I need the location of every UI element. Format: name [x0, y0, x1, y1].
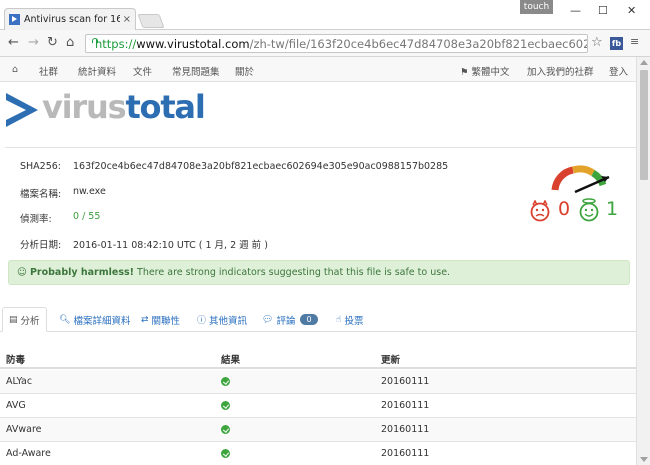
check-icon: [221, 377, 230, 386]
address-bar[interactable]: https:// www.virustotal.com /zh-tw/file/…: [85, 34, 588, 53]
new-tab-button[interactable]: [137, 14, 165, 28]
nav-statistics[interactable]: 統計資料: [78, 64, 116, 78]
sha256-label: SHA256:: [20, 161, 62, 172]
tab-votes[interactable]: ☝ 投票: [336, 307, 364, 332]
check-icon: [221, 449, 230, 458]
join-community-link[interactable]: 加入我們的社群: [527, 64, 594, 78]
scroll-up-arrow-icon[interactable]: [640, 60, 648, 65]
menu-icon[interactable]: ≡: [630, 35, 643, 48]
check-icon: [221, 425, 230, 434]
profile-badge[interactable]: touch: [520, 0, 553, 14]
community-score-gauge: 0 1: [527, 160, 622, 225]
col-engine: 防毒: [6, 355, 26, 366]
check-icon: [221, 401, 230, 410]
tab-analysis[interactable]: ▤ 分析: [2, 307, 47, 332]
url-path: /zh-tw/file/163f20ce4b6ec47d84708e3a20bf…: [249, 36, 588, 51]
tab-other-info[interactable]: ⓘ 其他資訊: [197, 307, 247, 332]
logo-text: virustotal: [42, 88, 206, 126]
facebook-extension-icon[interactable]: fb: [610, 37, 623, 50]
alert-title: Probably harmless!: [29, 267, 134, 278]
tab-relationships[interactable]: ⇄ 關聯性: [141, 307, 180, 332]
engine-name: AVware: [6, 424, 42, 435]
minimize-icon[interactable]: —: [570, 4, 581, 17]
engine-name: Ad-Aware: [6, 448, 51, 459]
language-label: 繁體中文: [471, 67, 510, 78]
update-date: 20160111: [381, 448, 430, 459]
virustotal-logo-icon: [6, 93, 38, 127]
browser-toolbar: ← → ↻ ⌂ https:// www.virustotal.com /zh-…: [0, 30, 650, 57]
language-selector[interactable]: ⚑ 繁體中文: [460, 64, 510, 78]
info-icon: ⓘ: [197, 316, 207, 326]
shuffle-icon: ⇄: [141, 314, 149, 325]
nav-documentation[interactable]: 文件: [133, 64, 152, 78]
nav-community[interactable]: 社群: [39, 64, 58, 78]
browser-titlebar: Antivirus scan for 163f20c × touch — ☐ ✕: [0, 0, 650, 30]
bookmark-star-icon[interactable]: ☆: [591, 35, 604, 50]
update-date: 20160111: [381, 376, 430, 387]
flag-icon: ⚑: [460, 67, 472, 78]
maximize-icon[interactable]: ☐: [598, 4, 608, 17]
scroll-down-arrow-icon[interactable]: [640, 457, 648, 462]
comment-icon: 💬︎: [262, 314, 274, 325]
col-update: 更新: [381, 355, 401, 366]
close-window-icon[interactable]: ✕: [627, 4, 636, 17]
harmless-alert: ☺ Probably harmless! There are strong in…: [8, 260, 630, 285]
detection-ratio-label: 偵測率:: [20, 214, 52, 225]
file-name-label: 檔案名稱:: [20, 189, 62, 200]
result-tabs: ▤ 分析 🔍︎ 檔案詳細資料 ⇄ 關聯性 ⓘ 其他資訊 💬︎ 評論 0 ☝ 投票: [0, 307, 636, 332]
virustotal-logo[interactable]: virustotal: [6, 88, 211, 128]
update-date: 20160111: [381, 400, 430, 411]
thumbs-icon: ☝: [336, 314, 342, 325]
login-link[interactable]: 登入: [609, 64, 628, 78]
tab-close-icon[interactable]: ×: [123, 14, 131, 25]
comments-count-badge: 0: [300, 314, 318, 325]
smile-icon: ☺: [17, 267, 27, 278]
page-scrollbar[interactable]: [636, 57, 650, 465]
reload-icon[interactable]: ↻: [47, 35, 58, 50]
nav-faq[interactable]: 常見問題集: [172, 64, 220, 78]
analysis-date-label: 分析日期:: [20, 240, 62, 251]
table-icon: ▤: [9, 314, 18, 325]
file-name-value: nw.exe: [73, 186, 106, 197]
site-navbar: ⌂ 社群 統計資料 文件 常見問題集 關於 ⚑ 繁體中文 加入我們的社群 登入: [0, 57, 636, 82]
sha256-value: 163f20ce4b6ec47d84708e3a20bf821ecbaec602…: [73, 161, 449, 172]
nav-about[interactable]: 關於: [235, 64, 254, 78]
malicious-count: 0: [558, 198, 571, 220]
engine-name: ALYac: [6, 376, 33, 387]
tab-file-details[interactable]: 🔍︎ 檔案詳細資料: [59, 307, 130, 332]
table-row: AVG 20160111: [0, 394, 636, 418]
angel-face-icon: [579, 198, 599, 222]
table-row: ALYac 20160111: [0, 370, 636, 394]
url-host: www.virustotal.com: [136, 36, 250, 51]
alert-text: There are strong indicators suggesting t…: [137, 267, 451, 278]
scroll-thumb[interactable]: [640, 70, 648, 180]
site-home-icon[interactable]: ⌂: [12, 64, 18, 75]
tab-comments[interactable]: 💬︎ 評論 0: [262, 307, 318, 332]
detection-ratio-value: 0 / 55: [73, 211, 101, 222]
table-row: AVware 20160111: [0, 418, 636, 442]
back-arrow-icon[interactable]: ←: [8, 35, 19, 50]
home-icon[interactable]: ⌂: [66, 35, 74, 50]
forward-arrow-icon[interactable]: →: [28, 35, 39, 50]
analysis-date-value: 2016-01-11 08:42:10 UTC ( 1 月, 2 週 前 ): [73, 240, 268, 251]
virustotal-favicon-icon: [9, 14, 20, 25]
table-row: Ad-Aware 20160111: [0, 442, 636, 465]
devil-face-icon: [530, 200, 550, 222]
search-icon: 🔍︎: [59, 314, 71, 325]
url-scheme: https://: [95, 36, 137, 51]
tab-title: Antivirus scan for 163f20c: [24, 14, 120, 25]
browser-tab[interactable]: Antivirus scan for 163f20c ×: [4, 8, 136, 30]
harmless-count: 1: [606, 198, 619, 220]
engine-name: AVG: [6, 400, 26, 411]
table-header: 防毒 結果 更新: [0, 347, 636, 369]
update-date: 20160111: [381, 424, 430, 435]
col-result: 結果: [221, 355, 241, 366]
